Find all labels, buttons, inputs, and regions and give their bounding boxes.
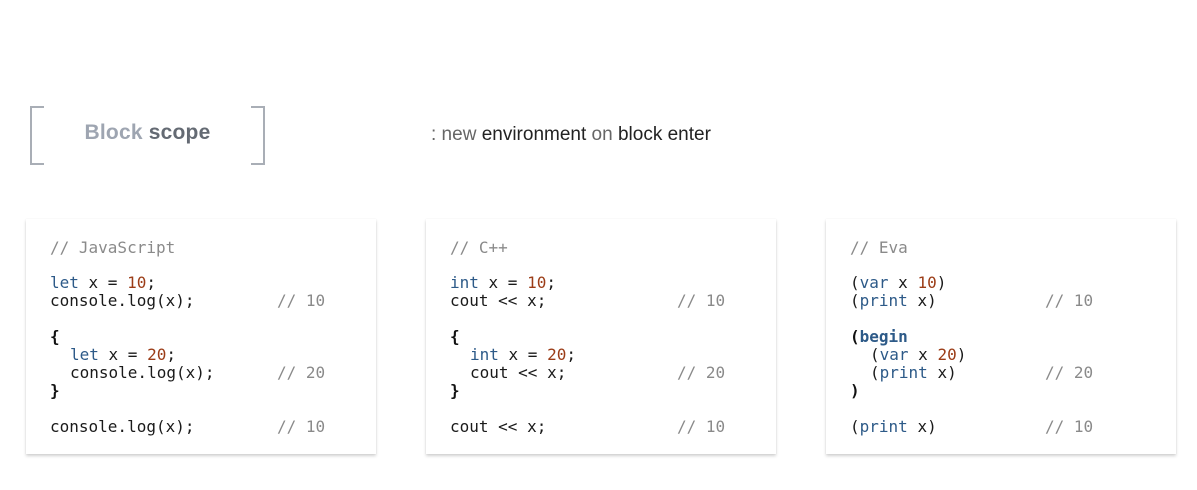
code-comment: // 20 [277, 363, 326, 382]
code-comment: // 10 [277, 291, 326, 310]
code-heading: // Eva [850, 238, 908, 257]
code-panel-javascript: // JavaScript let x = 10; console.log(x)… [26, 219, 376, 454]
code-comment: // 20 [1045, 363, 1094, 382]
code-line: let x = 20; [70, 345, 176, 364]
code-panel-eva: // Eva (var x 10) (print x) // 10 (begin… [826, 219, 1176, 454]
slide-subtitle: : new environment on block enter [431, 124, 711, 146]
subtitle-environment: environment [481, 124, 587, 145]
code-line: { [450, 327, 460, 346]
code-comment: // 10 [677, 291, 726, 310]
code-line: let x = 10; [50, 273, 156, 292]
code-line: cout << x; [470, 363, 567, 382]
code-line: console.log(x); [50, 291, 195, 310]
code-line: { [50, 327, 60, 346]
code-comment: // 10 [1045, 291, 1094, 310]
code-line: } [450, 381, 460, 400]
code-line: console.log(x); [70, 363, 215, 382]
code-line: int x = 20; [470, 345, 576, 364]
code-line: (var x 10) [850, 273, 947, 292]
code-comment: // 10 [1045, 417, 1094, 436]
subtitle-prefix: : new [431, 124, 477, 145]
code-heading: // C++ [450, 238, 508, 257]
title-word-scope: scope [148, 121, 211, 144]
code-heading: // JavaScript [50, 238, 176, 257]
code-comment: // 20 [677, 363, 726, 382]
title-box: Block scope [30, 106, 265, 165]
code-panel-cpp: // C++ int x = 10; cout << x; // 10 { in… [426, 219, 776, 454]
code-line: (print x) [850, 291, 937, 310]
slide-title: Block scope [30, 121, 265, 145]
code-line: (print x) [850, 417, 937, 436]
code-line: console.log(x); [50, 417, 195, 436]
subtitle-block-enter: block enter [617, 124, 711, 145]
code-line: (begin [850, 327, 908, 346]
code-line: ) [850, 381, 860, 400]
code-line: } [50, 381, 60, 400]
code-line: (var x 20) [870, 345, 967, 364]
code-comment: // 10 [277, 417, 326, 436]
code-line: (print x) [870, 363, 957, 382]
title-word-block: Block [84, 121, 143, 144]
code-line: int x = 10; [450, 273, 556, 292]
subtitle-on: on [591, 124, 613, 145]
code-line: cout << x; [450, 417, 547, 436]
code-comment: // 10 [677, 417, 726, 436]
code-line: cout << x; [450, 291, 547, 310]
